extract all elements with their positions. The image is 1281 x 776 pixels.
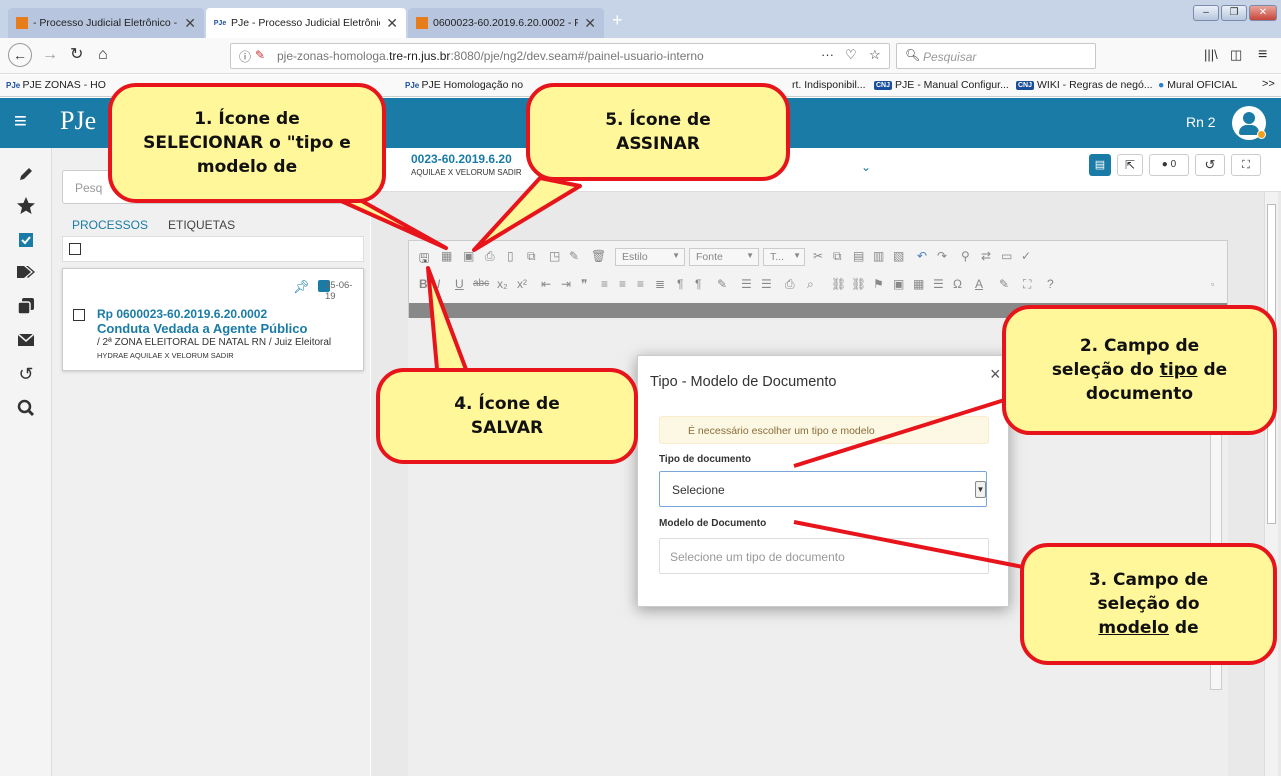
callout-3-pointer [793, 520, 1029, 570]
callout-5: 5. Ícone de ASSINAR [526, 83, 790, 181]
callout-3-line-3: modelo de [1098, 616, 1198, 640]
callout-2-text: seleção do [1051, 360, 1160, 380]
callout-4: 4. Ícone de SALVAR [376, 368, 638, 464]
callout-5-pointer [472, 176, 582, 252]
callout-2-text: de [1197, 360, 1228, 380]
callout-5-line-1: 5. Ícone de [605, 110, 711, 130]
callout-1-line-3: modelo de [196, 157, 298, 177]
callout-2-underlined: tipo [1159, 360, 1198, 380]
callout-3-underlined: modelo [1098, 618, 1169, 638]
callout-2-pointer [793, 390, 1031, 468]
callout-5-line-2: ASSINAR [616, 134, 700, 154]
callout-2: 2. Campo de seleção do tipo de documento [1002, 305, 1277, 435]
callout-1-pointer [328, 194, 448, 250]
callout-1-line-2: SELECIONAR o "tipo e [143, 133, 351, 153]
callout-3-line-1: 3. Campo de [1088, 570, 1209, 590]
callout-2-line-3: documento [1085, 384, 1194, 404]
callout-2-line-1: 2. Campo de [1079, 336, 1200, 356]
callout-3-line-2: seleção do [1097, 594, 1200, 614]
callout-4-line-2: SALVAR [470, 418, 544, 438]
callout-1-line-1: 1. Ícone de [194, 109, 300, 129]
callout-3-text: de [1168, 618, 1199, 638]
callout-4-line-1: 4. Ícone de [454, 394, 560, 414]
callout-2-line-2: seleção do tipo de [1052, 358, 1227, 382]
callout-4-pointer [426, 266, 472, 382]
callout-1: 1. Ícone de SELECIONAR o "tipo e modelo … [108, 83, 386, 203]
callout-3: 3. Campo de seleção do modelo de [1020, 543, 1277, 665]
